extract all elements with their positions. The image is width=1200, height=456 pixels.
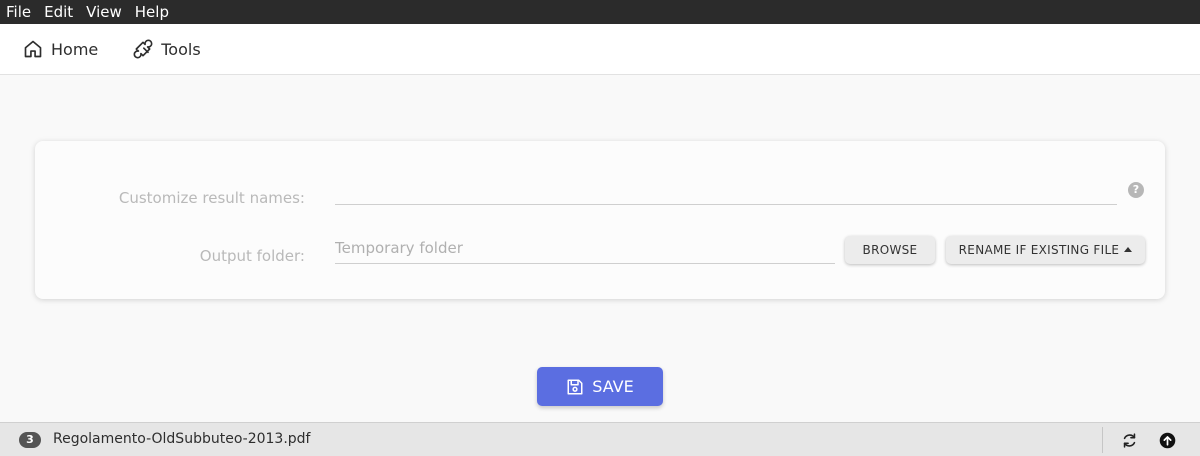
floppy-disk-icon	[567, 379, 583, 394]
tools-nav-label: Tools	[161, 39, 201, 59]
home-nav-button[interactable]: Home	[23, 39, 98, 59]
output-folder-label: Output folder:	[199, 247, 305, 265]
menu-view[interactable]: View	[86, 0, 122, 24]
browse-button-label: BROWSE	[862, 243, 918, 257]
tools-nav-button[interactable]: Tools	[133, 39, 201, 59]
browse-button[interactable]: BROWSE	[845, 236, 935, 264]
customize-names-label: Customize result names:	[118, 189, 305, 207]
output-folder-input[interactable]	[335, 233, 835, 264]
footer-divider	[1102, 427, 1103, 453]
selected-file-name[interactable]: Regolamento-OldSubbuteo-2013.pdf	[53, 431, 310, 447]
menu-edit[interactable]: Edit	[44, 0, 73, 24]
file-count-badge: 3	[19, 432, 41, 448]
refresh-icon[interactable]	[1121, 432, 1138, 449]
menu-bar: File Edit View Help	[0, 0, 1200, 24]
output-settings-card: Customize result names: ? Output folder:…	[35, 141, 1165, 299]
wrench-icon	[133, 39, 153, 59]
home-nav-label: Home	[51, 39, 99, 59]
top-navigation: Home Tools	[0, 24, 1200, 75]
menu-file[interactable]: File	[6, 0, 31, 24]
selected-files-bar: 3 Regolamento-OldSubbuteo-2013.pdf	[0, 422, 1200, 456]
rename-if-existing-button[interactable]: RENAME IF EXISTING FILE	[946, 236, 1145, 264]
caret-up-icon	[1124, 247, 1133, 252]
menu-help[interactable]: Help	[135, 0, 169, 24]
home-icon	[24, 40, 42, 58]
save-button-label: SAVE	[592, 377, 634, 396]
rename-button-label: RENAME IF EXISTING FILE	[958, 243, 1120, 257]
help-icon[interactable]: ?	[1128, 182, 1144, 198]
save-button[interactable]: SAVE	[537, 367, 663, 406]
customize-names-input[interactable]	[335, 181, 1117, 205]
upload-icon[interactable]	[1159, 432, 1176, 449]
